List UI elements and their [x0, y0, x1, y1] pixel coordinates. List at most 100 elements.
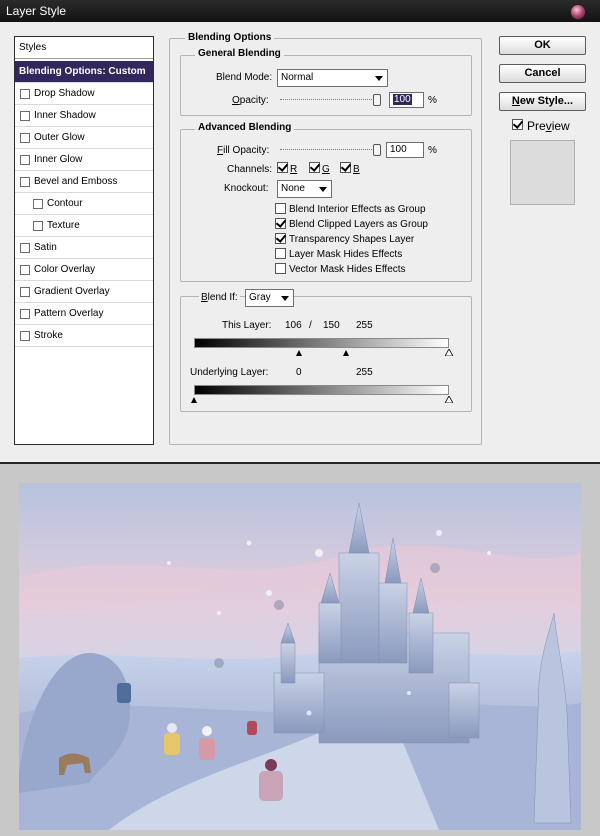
underlying-layer-high-handle[interactable] [445, 396, 453, 403]
this-layer-high-handle[interactable] [445, 349, 453, 356]
layer-style-dialog: Layer Style Styles Blending Options: Cus… [0, 0, 600, 464]
channel-r-checkbox[interactable] [277, 162, 288, 173]
style-item-label: Drop Shadow [34, 88, 95, 99]
underlying-layer-high: 255 [356, 367, 373, 378]
opacity-slider-track[interactable] [280, 99, 380, 101]
blend-mode-label: Blend Mode: [216, 72, 273, 83]
style-item-inner-glow[interactable]: Inner Glow [15, 149, 153, 171]
opacity-label: Opacity: [232, 95, 269, 106]
blending-options-title: Blending Options [185, 32, 275, 43]
fill-opacity-label: Fill Opacity: [217, 145, 270, 156]
style-checkbox[interactable] [20, 308, 30, 319]
style-item-texture[interactable]: Texture [15, 215, 153, 237]
window-title: Layer Style [6, 4, 67, 18]
style-checkbox[interactable] [33, 220, 43, 231]
fill-opacity-percent: % [428, 145, 437, 156]
this-layer-split-handle[interactable] [343, 350, 349, 356]
option-checkbox-2[interactable] [275, 233, 286, 244]
opacity-value: 100 [393, 94, 412, 105]
underlying-layer-low-handle[interactable] [191, 397, 197, 403]
winter-castle-artwork [19, 483, 581, 830]
underlying-layer-low: 0 [296, 367, 302, 378]
fill-opacity-input[interactable]: 100 [386, 142, 424, 158]
option-checkbox-0[interactable] [275, 203, 286, 214]
style-item-satin[interactable]: Satin [15, 237, 153, 259]
style-checkbox[interactable] [20, 132, 30, 143]
chevron-down-icon [375, 76, 383, 81]
option-label-1: Blend Clipped Layers as Group [289, 219, 428, 230]
this-layer-label: This Layer: [222, 320, 272, 331]
style-item-label: Contour [47, 198, 83, 209]
blend-mode-select[interactable]: Normal [277, 69, 388, 87]
style-checkbox[interactable] [33, 198, 43, 209]
blend-if-label: Blend If: [199, 292, 240, 303]
this-layer-split: 150 [323, 320, 340, 331]
style-checkbox[interactable] [20, 154, 30, 165]
style-checkbox[interactable] [20, 264, 30, 275]
style-preview-swatch [510, 140, 575, 205]
styles-header[interactable]: Styles [15, 37, 153, 59]
knockout-select[interactable]: None [277, 180, 332, 198]
blend-if-select[interactable]: Gray [245, 289, 294, 307]
style-item-label: Inner Glow [34, 154, 83, 165]
fill-opacity-slider-track[interactable] [280, 149, 380, 151]
style-item-label: Color Overlay [34, 264, 96, 275]
style-checkbox[interactable] [20, 176, 30, 187]
styles-list: Styles Blending Options: Custom Drop Sha… [14, 36, 154, 445]
this-layer-low: 106 [285, 320, 302, 331]
channels-label: Channels: [227, 164, 273, 175]
option-label-4: Vector Mask Hides Effects [289, 264, 406, 275]
style-checkbox[interactable] [20, 330, 30, 341]
option-checkbox-4[interactable] [275, 263, 286, 274]
this-layer-high: 255 [356, 320, 373, 331]
preview-label: Preview [527, 119, 570, 133]
style-item-bevel-and-emboss[interactable]: Bevel and Emboss [15, 171, 153, 193]
ok-button[interactable]: OK [499, 36, 586, 55]
underlying-layer-gradient [194, 385, 449, 395]
style-checkbox[interactable] [20, 110, 30, 121]
channel-b-checkbox[interactable] [340, 162, 351, 173]
style-item-pattern-overlay[interactable]: Pattern Overlay [15, 303, 153, 325]
blend-if-value: Gray [249, 292, 271, 303]
style-item-outer-glow[interactable]: Outer Glow [15, 127, 153, 149]
option-label-2: Transparency Shapes Layer [289, 234, 415, 245]
knockout-value: None [281, 183, 305, 194]
blending-options-item[interactable]: Blending Options: Custom [15, 61, 153, 83]
opacity-slider-thumb[interactable] [373, 94, 381, 106]
this-layer-gradient [194, 338, 449, 348]
style-item-gradient-overlay[interactable]: Gradient Overlay [15, 281, 153, 303]
new-style-button[interactable]: New Style... [499, 92, 586, 111]
cancel-button[interactable]: Cancel [499, 64, 586, 83]
style-item-label: Texture [47, 220, 80, 231]
option-label-0: Blend Interior Effects as Group [289, 204, 426, 215]
close-icon[interactable] [570, 4, 586, 20]
chevron-down-icon [319, 187, 327, 192]
style-item-contour[interactable]: Contour [15, 193, 153, 215]
style-item-label: Bevel and Emboss [34, 176, 118, 187]
preview-checkbox[interactable] [512, 119, 523, 130]
this-layer-low-handle[interactable] [296, 350, 302, 356]
this-layer-separator: / [309, 320, 312, 331]
style-item-stroke[interactable]: Stroke [15, 325, 153, 347]
style-item-color-overlay[interactable]: Color Overlay [15, 259, 153, 281]
chevron-down-icon [281, 296, 289, 301]
style-item-inner-shadow[interactable]: Inner Shadow [15, 105, 153, 127]
style-item-drop-shadow[interactable]: Drop Shadow [15, 83, 153, 105]
style-checkbox[interactable] [20, 88, 30, 99]
style-item-label: Gradient Overlay [34, 286, 110, 297]
style-item-label: Stroke [34, 330, 63, 341]
style-item-label: Outer Glow [34, 132, 85, 143]
option-label-3: Layer Mask Hides Effects [289, 249, 403, 260]
channel-g-checkbox[interactable] [309, 162, 320, 173]
underlying-layer-label: Underlying Layer: [190, 367, 269, 378]
option-checkbox-1[interactable] [275, 218, 286, 229]
advanced-blending-title: Advanced Blending [195, 122, 295, 133]
style-checkbox[interactable] [20, 286, 30, 297]
title-bar: Layer Style [0, 0, 600, 22]
fill-opacity-slider-thumb[interactable] [373, 144, 381, 156]
option-checkbox-3[interactable] [275, 248, 286, 259]
opacity-input[interactable]: 100 [389, 92, 424, 108]
channel-g-label: G [322, 164, 330, 175]
general-blending-title: General Blending [195, 48, 284, 59]
style-checkbox[interactable] [20, 242, 30, 253]
